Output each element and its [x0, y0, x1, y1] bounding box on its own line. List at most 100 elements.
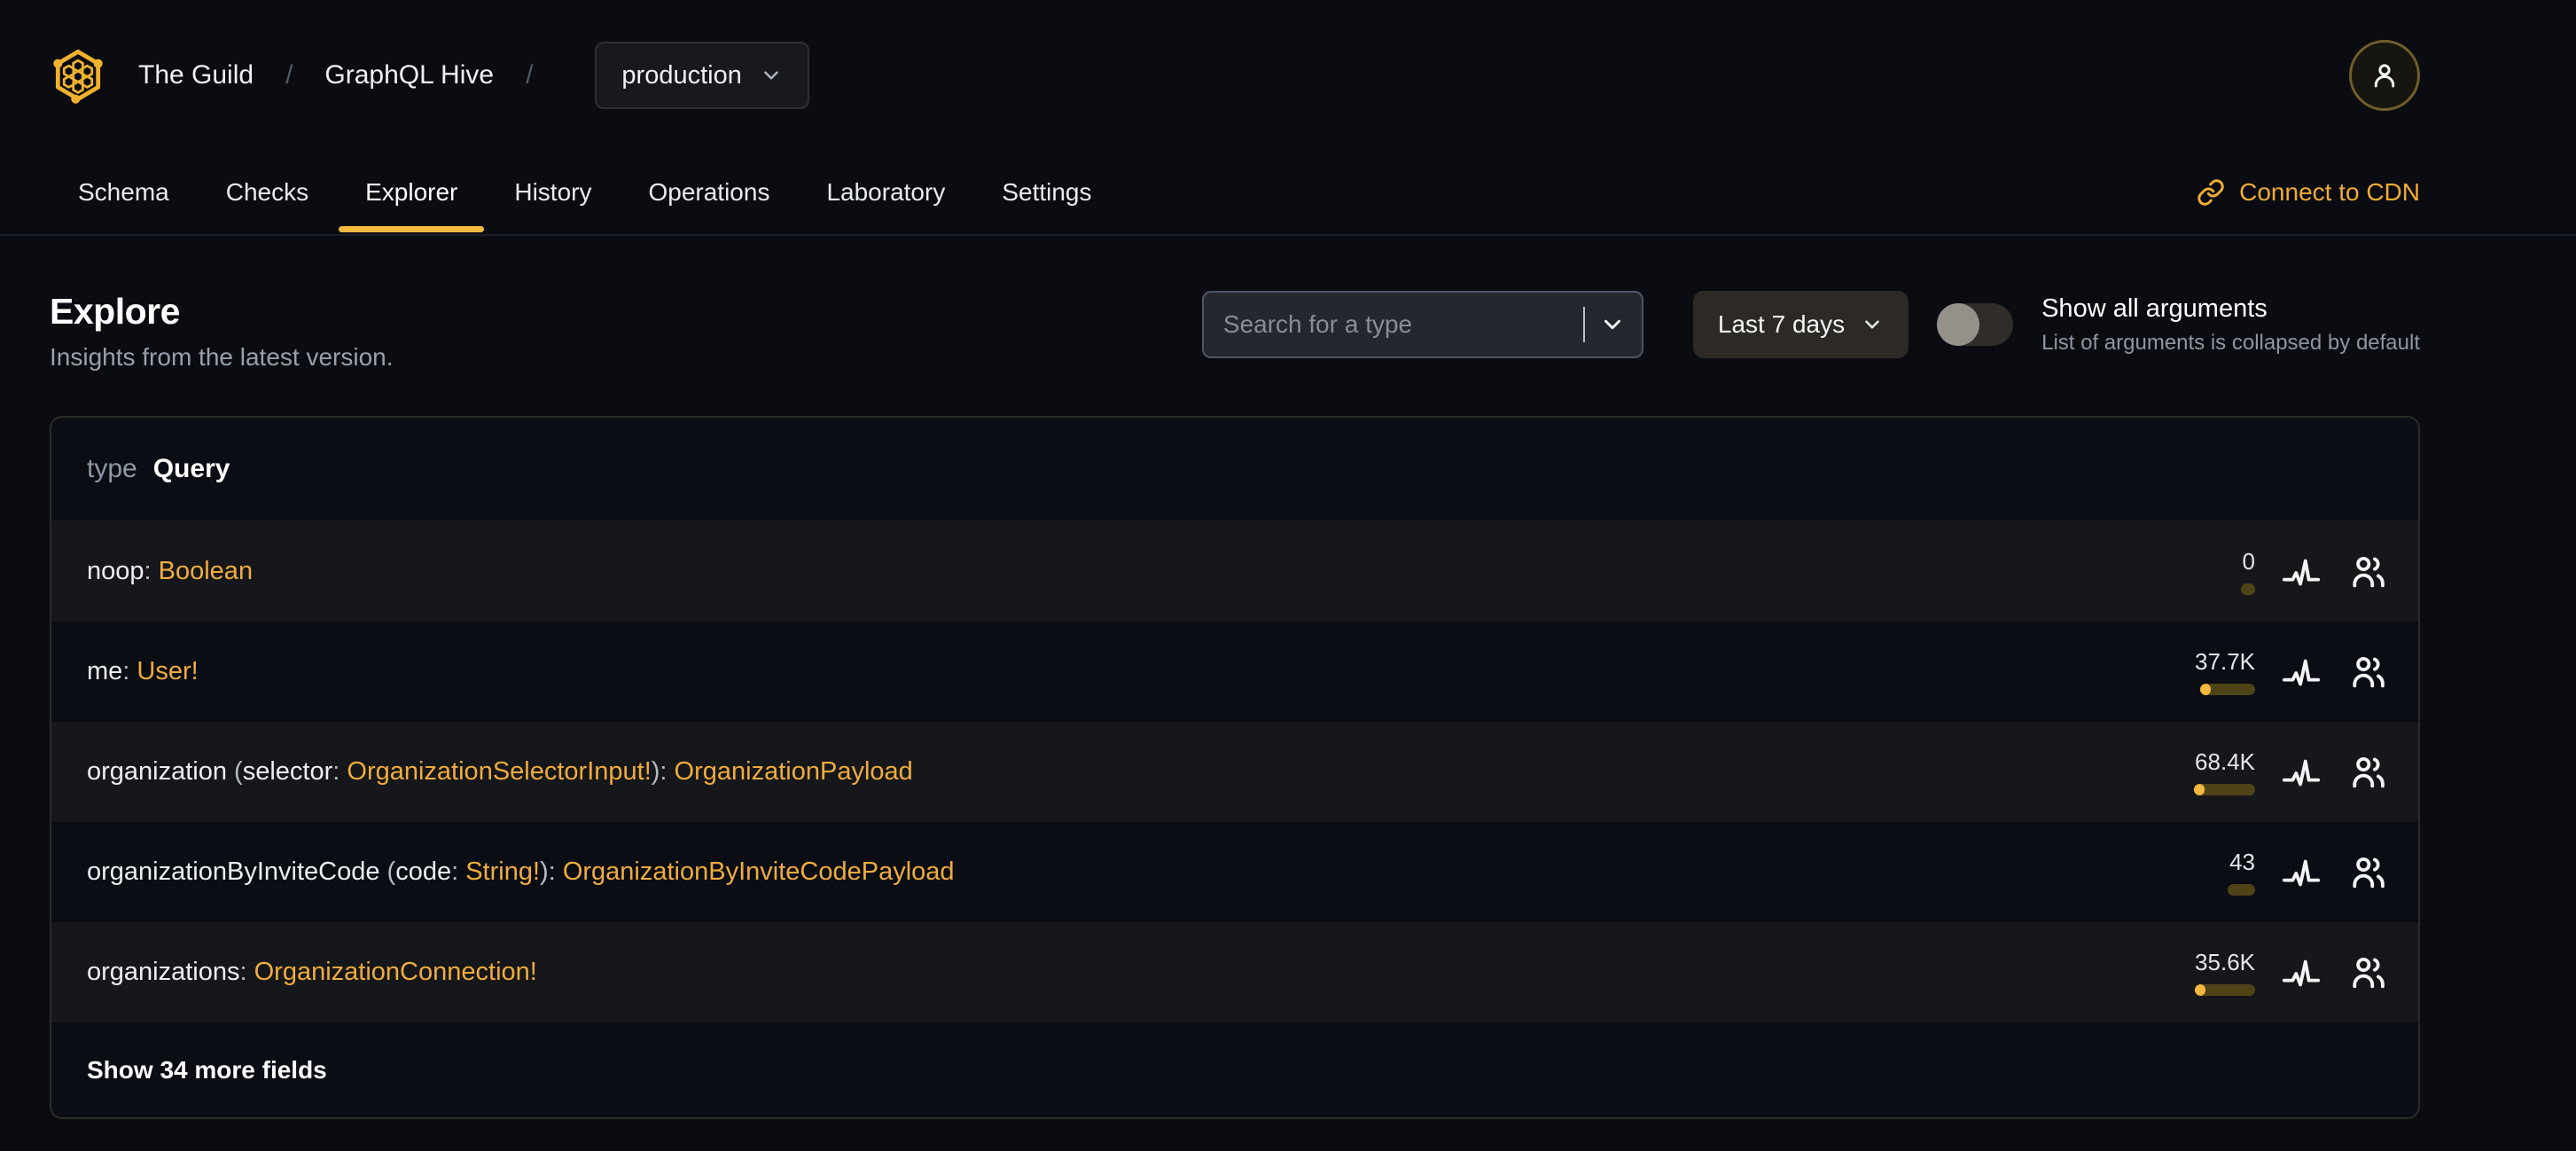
tab-settings[interactable]: Settings — [973, 151, 1120, 234]
field-name: organization — [87, 757, 227, 786]
connect-to-cdn-button[interactable]: Connect to CDN — [2197, 151, 2420, 234]
usage-bar-fill — [2194, 784, 2205, 795]
pulse-icon — [2282, 959, 2321, 986]
usage-trend-button[interactable] — [2280, 851, 2322, 894]
field-signature: organizations: OrganizationConnection! — [87, 958, 537, 986]
usage-count: 68.4K — [2195, 748, 2255, 775]
page-header: Explore Insights from the latest version… — [50, 291, 2420, 372]
page-title-block: Explore Insights from the latest version… — [50, 291, 394, 372]
usage-count: 35.6K — [2195, 949, 2255, 975]
usage-stat: 43 — [2184, 849, 2255, 896]
usage-bar — [2200, 684, 2255, 695]
field-name: organizationByInviteCode — [87, 857, 380, 886]
breadcrumb-separator: / — [526, 60, 534, 90]
field-stats: 35.6K — [2184, 949, 2390, 996]
tab-history[interactable]: History — [486, 151, 620, 234]
tab-bar: Schema Checks Explorer History Operations Lab… — [0, 151, 2576, 236]
chevron-down-icon — [764, 71, 778, 80]
page-controls: Last 7 days Show all arguments List of a… — [1201, 291, 2420, 358]
type-link[interactable]: OrganizationConnection! — [254, 958, 537, 986]
toggle-label-block: Show all arguments List of arguments is … — [2041, 293, 2420, 356]
app-shell: The Guild / GraphQL Hive / production Sc… — [0, 0, 2576, 1151]
field-signature: noop: Boolean — [87, 557, 254, 585]
connect-to-cdn-label: Connect to CDN — [2239, 178, 2420, 206]
usage-bar — [2194, 784, 2255, 795]
toggle-description: List of arguments is collapsed by defaul… — [2041, 331, 2420, 356]
users-icon — [2353, 957, 2385, 988]
type-search-combobox — [1201, 291, 1643, 358]
usage-trend-button[interactable] — [2280, 551, 2322, 593]
usage-clients-button[interactable] — [2347, 951, 2390, 994]
field-row: organization (selector: OrganizationSele… — [51, 722, 2418, 822]
link-icon — [2197, 179, 2224, 206]
usage-trend-button[interactable] — [2280, 951, 2322, 994]
usage-count: 0 — [2242, 548, 2255, 575]
usage-trend-button[interactable] — [2280, 751, 2322, 794]
main-content: Explore Insights from the latest version… — [50, 291, 2420, 1151]
usage-stat: 37.7K — [2184, 648, 2255, 695]
type-link[interactable]: OrganizationPayload — [675, 757, 913, 786]
argument-name: selector — [242, 757, 333, 786]
page-subtitle: Insights from the latest version. — [50, 343, 394, 371]
usage-clients-button[interactable] — [2347, 751, 2390, 794]
users-icon — [2353, 756, 2385, 787]
show-more-fields-button[interactable]: Show 34 more fields — [87, 1056, 327, 1084]
users-icon — [2353, 857, 2385, 888]
combobox-divider — [1582, 307, 1585, 342]
tab-checks[interactable]: Checks — [198, 151, 337, 234]
tab-list: Schema Checks Explorer History Operations Lab… — [50, 151, 1120, 234]
tab-operations[interactable]: Operations — [620, 151, 798, 234]
user-icon — [2374, 64, 2395, 88]
users-icon — [2353, 556, 2385, 587]
usage-clients-button[interactable] — [2347, 551, 2390, 593]
field-signature: me: User! — [87, 657, 199, 685]
pulse-icon — [2282, 559, 2321, 585]
field-signature: organization (selector: OrganizationSele… — [87, 757, 913, 786]
usage-stat: 68.4K — [2184, 748, 2255, 795]
field-name: noop — [87, 557, 144, 585]
toggle-knob — [1937, 303, 1980, 346]
user-menu-button[interactable] — [2349, 40, 2420, 111]
type-link[interactable]: Boolean — [159, 557, 253, 585]
field-row: organizations: OrganizationConnection! 3… — [51, 922, 2418, 1022]
type-link[interactable]: OrganizationByInviteCodePayload — [563, 857, 955, 886]
usage-bar — [2195, 984, 2255, 996]
usage-trend-button[interactable] — [2280, 651, 2322, 693]
type-link[interactable]: String! — [465, 857, 540, 886]
field-list: noop: Boolean 0 me: User! 37.7K organiza… — [51, 521, 2418, 1022]
pulse-icon — [2282, 759, 2321, 786]
page-title: Explore — [50, 291, 180, 332]
type-name[interactable]: Query — [153, 454, 230, 484]
field-row: noop: Boolean 0 — [51, 521, 2418, 622]
chevron-down-icon[interactable] — [1599, 311, 1626, 338]
usage-bar — [2228, 884, 2255, 896]
target-selector-button[interactable]: production — [595, 42, 809, 109]
tab-schema[interactable]: Schema — [50, 151, 198, 234]
tab-laboratory[interactable]: Laboratory — [798, 151, 973, 234]
target-selector-label: production — [621, 60, 742, 90]
type-link[interactable]: User! — [137, 657, 198, 685]
tab-explorer[interactable]: Explorer — [337, 151, 486, 234]
field-stats: 68.4K — [2184, 748, 2390, 795]
show-all-arguments-toggle[interactable] — [1937, 303, 2014, 346]
chevron-down-icon — [1865, 320, 1879, 329]
usage-stat: 35.6K — [2184, 949, 2255, 996]
field-stats: 37.7K — [2184, 648, 2390, 695]
type-card-query: type Query noop: Boolean 0 me: User! 37.… — [50, 416, 2420, 1119]
field-stats: 0 — [2184, 548, 2390, 595]
hive-logo-icon[interactable] — [50, 45, 106, 106]
type-kind-label: type — [87, 454, 137, 483]
breadcrumb-organization[interactable]: The Guild — [138, 60, 254, 90]
usage-clients-button[interactable] — [2347, 851, 2390, 894]
breadcrumb-project[interactable]: GraphQL Hive — [324, 60, 494, 90]
field-row: organizationByInviteCode (code: String!)… — [51, 822, 2418, 922]
app-header: The Guild / GraphQL Hive / production — [0, 0, 2576, 151]
type-card-header: type Query — [51, 418, 2418, 521]
search-input[interactable] — [1222, 310, 1576, 339]
pulse-icon — [2282, 659, 2321, 685]
type-link[interactable]: OrganizationSelectorInput! — [347, 757, 651, 786]
usage-clients-button[interactable] — [2347, 651, 2390, 693]
period-select-button[interactable]: Last 7 days — [1692, 291, 1909, 358]
usage-bar-fill — [2200, 684, 2211, 695]
usage-bar-fill — [2195, 984, 2205, 996]
